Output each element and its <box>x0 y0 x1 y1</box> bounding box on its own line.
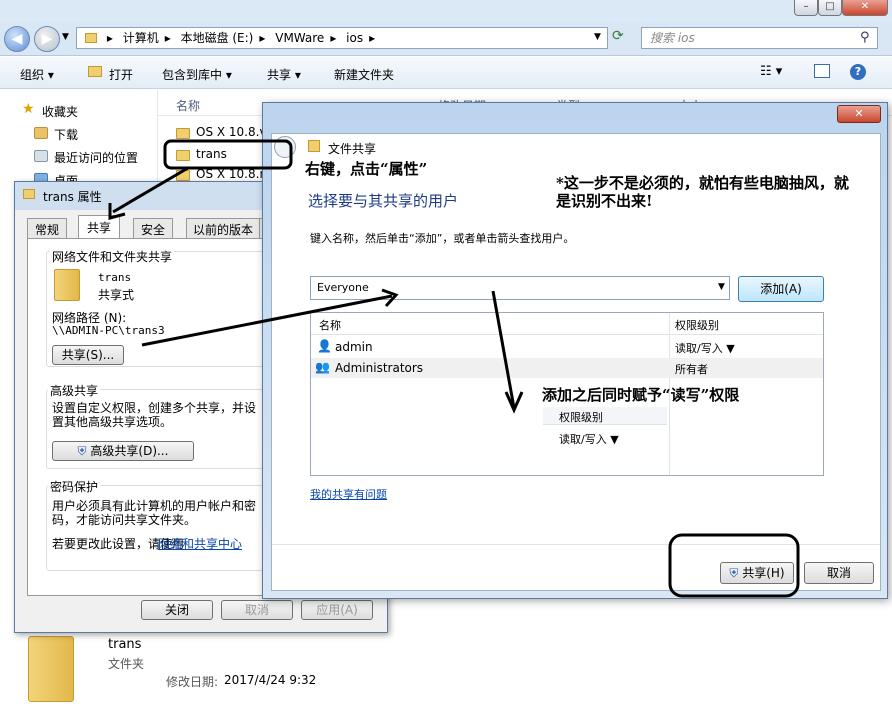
arrow-to-permission <box>491 290 516 409</box>
annotation-overlay <box>108 139 800 598</box>
arrow-to-sharing-tab <box>112 166 189 214</box>
annotation-right-click: 右键，点击“属性” <box>305 160 428 178</box>
annotation-optional-step-line2: 是识别不出来! <box>556 192 653 210</box>
highlight-share-button-box <box>668 533 800 598</box>
arrow-to-everyone-input <box>141 294 393 347</box>
highlight-trans-box <box>163 139 293 170</box>
annotation-read-write: 添加之后同时赋予“读写”权限 <box>542 386 740 404</box>
